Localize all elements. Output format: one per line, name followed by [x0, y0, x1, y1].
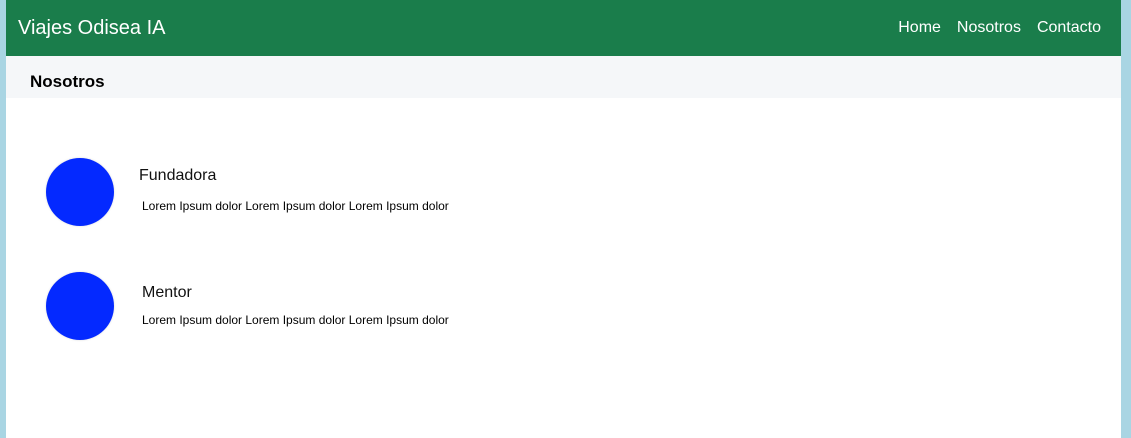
navbar: Viajes Odisea IA Home Nosotros Contacto: [6, 0, 1121, 56]
brand-link[interactable]: Viajes Odisea IA: [18, 16, 166, 40]
team-member-card: Mentor Lorem Ipsum dolor Lorem Ipsum dol…: [6, 272, 706, 352]
member-description: Lorem Ipsum dolor Lorem Ipsum dolor Lore…: [142, 199, 449, 213]
team-member-card: Fundadora Lorem Ipsum dolor Lorem Ipsum …: [6, 158, 706, 238]
member-role: Mentor: [142, 284, 192, 301]
nav-link-nosotros[interactable]: Nosotros: [957, 18, 1021, 38]
page-title: Nosotros: [30, 72, 105, 91]
page-header: Nosotros: [6, 56, 1121, 98]
member-description: Lorem Ipsum dolor Lorem Ipsum dolor Lore…: [142, 313, 449, 327]
nav-link-contacto[interactable]: Contacto: [1037, 18, 1101, 38]
avatar: [46, 272, 114, 340]
nav-link-home[interactable]: Home: [898, 18, 941, 38]
avatar: [46, 158, 114, 226]
page-frame: Viajes Odisea IA Home Nosotros Contacto …: [6, 0, 1121, 438]
member-role: Fundadora: [139, 167, 217, 184]
nav-links: Home Nosotros Contacto: [898, 18, 1101, 38]
